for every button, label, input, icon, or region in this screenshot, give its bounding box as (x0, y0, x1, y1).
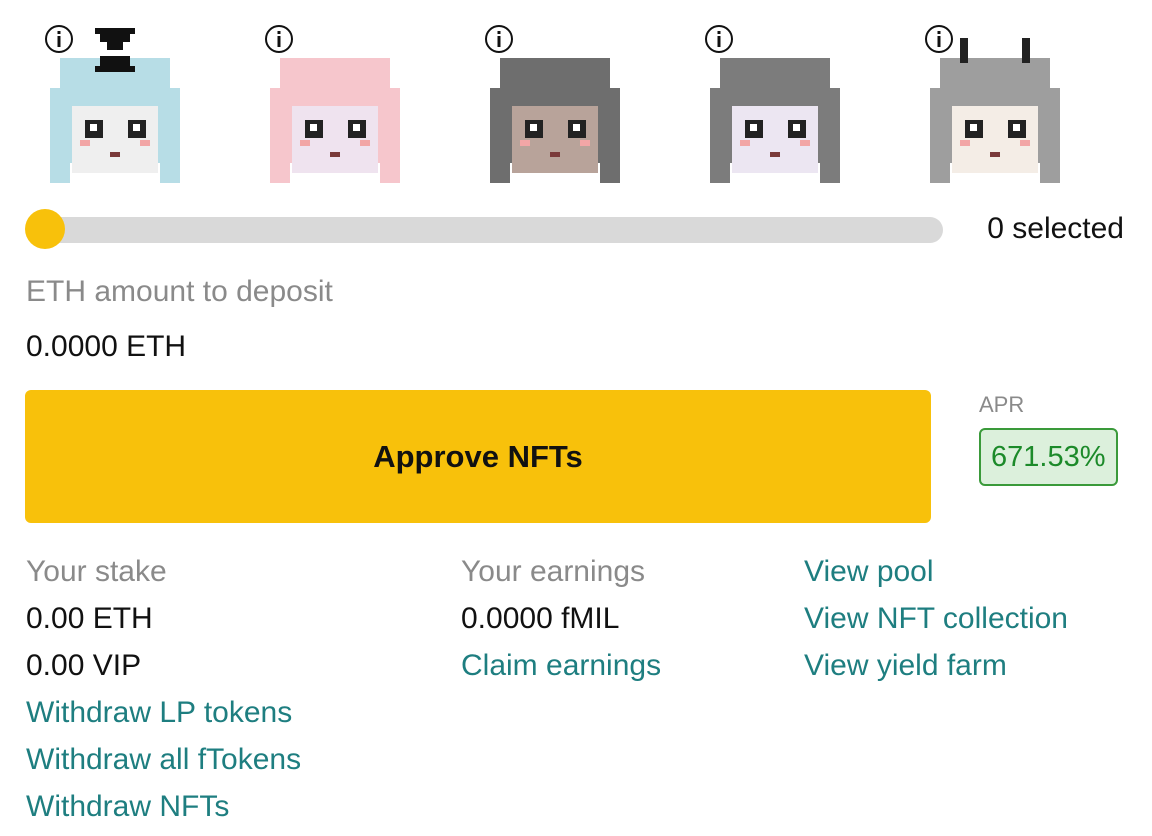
info-icon[interactable] (484, 24, 514, 54)
info-icon[interactable] (924, 24, 954, 54)
nft-avatar-3[interactable] (460, 18, 620, 188)
view-yield-farm-link[interactable]: View yield farm (804, 642, 1068, 689)
approve-nfts-button[interactable]: Approve NFTs (25, 390, 931, 523)
nft-count-slider-thumb[interactable] (25, 209, 65, 249)
selected-count: 0 selected (987, 212, 1124, 245)
deposit-amount: 0.0000 ETH (26, 330, 187, 363)
info-icon[interactable] (704, 24, 734, 54)
nft-avatar-2[interactable] (240, 18, 400, 188)
nft-avatar-1[interactable] (20, 18, 180, 188)
info-icon[interactable] (264, 24, 294, 54)
view-pool-link[interactable]: View pool (804, 548, 1068, 595)
withdraw-ftokens-link[interactable]: Withdraw all fTokens (26, 736, 301, 783)
nft-count-slider-track[interactable] (26, 217, 943, 243)
info-icon[interactable] (44, 24, 74, 54)
view-nft-collection-link[interactable]: View NFT collection (804, 595, 1068, 642)
deposit-label: ETH amount to deposit (26, 275, 333, 308)
earnings-label: Your earnings (461, 555, 646, 588)
nft-avatar-5[interactable] (900, 18, 1060, 188)
withdraw-lp-link[interactable]: Withdraw LP tokens (26, 689, 301, 736)
apr-label: APR (979, 392, 1025, 417)
earnings-column: Your earnings 0.0000 fMIL Claim earnings (461, 548, 661, 689)
links-column: View pool View NFT collection View yield… (804, 548, 1068, 689)
stake-label: Your stake (26, 555, 167, 588)
nft-avatar-4[interactable] (680, 18, 840, 188)
stake-column: Your stake 0.00 ETH 0.00 VIP Withdraw LP… (26, 548, 301, 830)
apr-badge: 671.53% (979, 428, 1118, 486)
stake-eth: 0.00 ETH (26, 602, 153, 635)
claim-earnings-link[interactable]: Claim earnings (461, 642, 661, 689)
stake-vip: 0.00 VIP (26, 649, 142, 682)
withdraw-nfts-link[interactable]: Withdraw NFTs (26, 783, 301, 830)
earnings-value: 0.0000 fMIL (461, 602, 620, 635)
